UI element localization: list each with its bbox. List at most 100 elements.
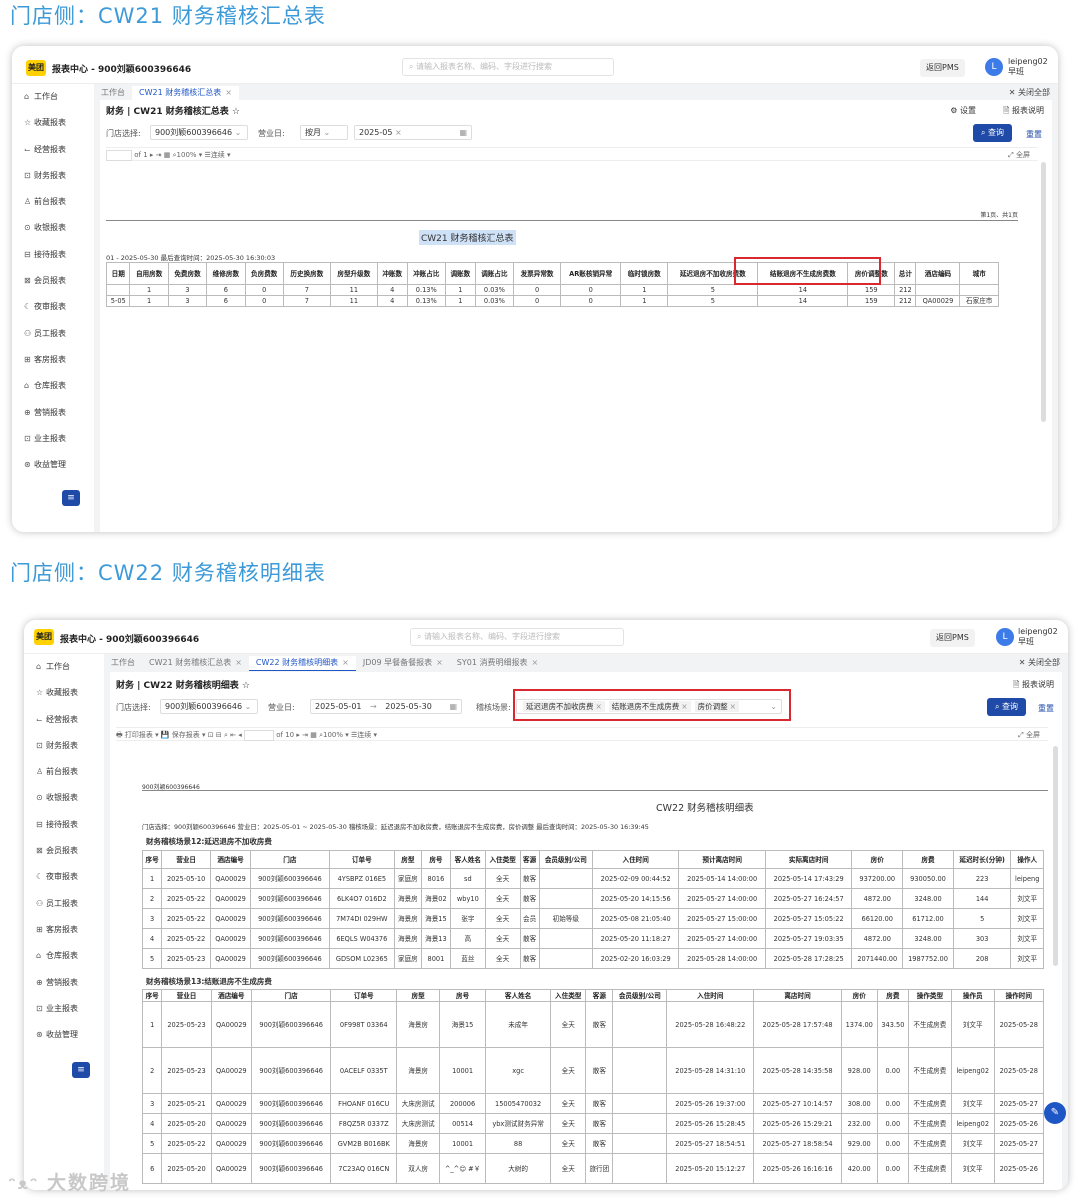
table-cell[interactable]: 11 <box>329 295 378 307</box>
close-all-tabs-button[interactable]: ✕ 关闭全部 <box>1009 86 1050 100</box>
sidebar-item[interactable]: ⊕ 营销报表 <box>24 970 104 996</box>
date-range-picker[interactable]: 2025-05-01 → 2025-05-30 ▦ <box>310 699 462 714</box>
sidebar-item[interactable]: ⊞ 客房报表 <box>12 347 92 373</box>
sidebar-item[interactable]: ⊛ 收益管理 <box>24 1022 104 1048</box>
sidebar-item[interactable]: ☆ 收藏报表 <box>24 680 104 706</box>
back-pms-button[interactable]: 返回PMS <box>930 629 975 647</box>
report-desc-button[interactable]: 🗎 报表说明 <box>1013 679 1054 693</box>
close-icon[interactable]: × <box>531 658 538 667</box>
save-button[interactable]: 💾 保存报表 ▾ <box>161 731 206 739</box>
sidebar-item[interactable]: ⊙ 收银报表 <box>12 215 92 241</box>
page-number-input[interactable] <box>106 149 132 161</box>
table-cell[interactable]: 6 <box>206 295 246 307</box>
sidebar-collapse-button[interactable]: ≡ <box>62 490 80 506</box>
sidebar-item[interactable]: ⊠ 会员报表 <box>24 838 104 864</box>
tab[interactable]: CW21 财务稽核汇总表 × <box>132 86 239 101</box>
fullscreen-button[interactable]: ⤢ 全屏 <box>1008 148 1030 162</box>
print-button[interactable]: 🖶 打印报表 ▾ <box>116 731 159 739</box>
table-cell[interactable]: 14 <box>757 295 849 307</box>
user-info[interactable]: leipeng02 早班 <box>1008 57 1048 77</box>
sidebar-item[interactable]: ⌂ 仓库报表 <box>24 943 104 969</box>
sidebar-item[interactable]: ⊙ 收银报表 <box>24 785 104 811</box>
sidebar-collapse-button[interactable]: ≡ <box>72 1062 90 1078</box>
sidebar-item[interactable]: ⊞ 客房报表 <box>24 917 104 943</box>
query-button[interactable]: ⌕ 查询 <box>972 124 1012 142</box>
search-input[interactable]: ⌕ 请输入报表名称、编码、字段进行搜索 <box>402 58 614 76</box>
sidebar-item[interactable]: ⊟ 接待报表 <box>24 812 104 838</box>
tab[interactable]: 工作台 <box>104 656 142 670</box>
user-info[interactable]: leipeng02 早班 <box>1018 627 1058 647</box>
copy-icon[interactable]: ⊟ <box>216 731 222 739</box>
sidebar-item[interactable]: ⊡ 财务报表 <box>24 733 104 759</box>
bizday-mode-select[interactable]: 按月 ⌄ <box>300 125 348 140</box>
sidebar-item[interactable]: ⚇ 员工报表 <box>24 891 104 917</box>
tab[interactable]: SY01 消费明细报表 × <box>450 656 545 670</box>
sidebar-item[interactable]: ⚇ 员工报表 <box>12 321 92 347</box>
close-all-tabs-button[interactable]: ✕ 关闭全部 <box>1019 656 1060 670</box>
back-pms-button[interactable]: 返回PMS <box>920 59 965 77</box>
page-number-input[interactable] <box>244 729 274 741</box>
query-button[interactable]: ⌕ 查询 <box>986 698 1026 716</box>
table-cell[interactable]: 159 <box>847 295 896 307</box>
sidebar-item[interactable]: ⌂ 工作台 <box>12 84 92 110</box>
tab[interactable]: 工作台 <box>94 86 132 100</box>
avatar[interactable]: L <box>985 58 1003 76</box>
feedback-float-button[interactable]: ✎ <box>1044 1102 1066 1124</box>
sidebar-item[interactable]: ☆ 收藏报表 <box>12 110 92 136</box>
sidebar-item[interactable]: ⊡ 业主报表 <box>12 426 92 452</box>
month-picker[interactable]: 2025-05 × ▦ <box>354 125 472 140</box>
export-icon[interactable]: ⊡ <box>208 731 214 739</box>
table-cell[interactable]: 5-05 <box>106 295 131 307</box>
sidebar-item[interactable]: ⌂ 仓库报表 <box>12 373 92 399</box>
store-select[interactable]: 900刘颖600396646 ⌄ <box>150 125 248 140</box>
sidebar-item[interactable]: ⊛ 收益管理 <box>12 452 92 478</box>
table-cell[interactable]: 1 <box>620 295 669 307</box>
close-icon[interactable]: × <box>225 88 232 97</box>
next-page-icon[interactable]: ▸ <box>296 731 300 739</box>
sidebar-item[interactable]: ♙ 前台报表 <box>12 189 92 215</box>
sidebar-item[interactable]: ⊟ 接待报表 <box>12 242 92 268</box>
sidebar-item[interactable]: ⌙ 经营报表 <box>12 137 92 163</box>
next-page-icon[interactable]: ▸ <box>150 151 154 159</box>
tab[interactable]: JD09 早餐备餐报表 × <box>356 656 450 670</box>
sidebar-item[interactable]: ⊠ 会员报表 <box>12 268 92 294</box>
store-select[interactable]: 900刘颖600396646 ⌄ <box>160 699 258 714</box>
sidebar-item[interactable]: ☾ 夜审报表 <box>12 294 92 320</box>
close-icon[interactable]: × <box>235 658 242 667</box>
close-icon[interactable]: × <box>342 658 349 667</box>
page-view-icon[interactable]: ▦ <box>310 731 317 739</box>
table-cell[interactable]: 1 <box>129 295 169 307</box>
tab[interactable]: CW21 财务稽核汇总表 × <box>142 656 249 670</box>
avatar[interactable]: L <box>996 628 1014 646</box>
close-icon[interactable]: × <box>436 658 443 667</box>
reset-button[interactable]: 重置 <box>1026 129 1042 140</box>
sidebar-item[interactable]: ☾ 夜审报表 <box>24 864 104 890</box>
table-cell[interactable]: 1 <box>444 295 476 307</box>
scrollbar[interactable] <box>1041 162 1046 422</box>
table-cell[interactable]: 4 <box>376 295 408 307</box>
prev-page-icon[interactable]: ◂ <box>238 731 242 739</box>
find-icon[interactable]: ⌕ <box>224 731 228 739</box>
last-page-icon[interactable]: ⇥ <box>302 731 308 739</box>
sidebar-item[interactable]: ⊡ 财务报表 <box>12 163 92 189</box>
table-cell[interactable]: 3 <box>167 295 208 307</box>
page-view-icon[interactable]: ▦ <box>164 151 171 159</box>
last-page-icon[interactable]: ⇥ <box>156 151 162 159</box>
tab[interactable]: CW22 财务稽核明细表 × <box>248 656 356 671</box>
fullscreen-button[interactable]: ⤢ 全屏 <box>1018 728 1040 742</box>
settings-button[interactable]: ⚙ 设置 <box>950 105 976 116</box>
reset-button[interactable]: 重置 <box>1038 703 1054 714</box>
scrollbar[interactable] <box>1053 746 1058 966</box>
table-cell[interactable]: 5 <box>667 295 759 307</box>
table-cell[interactable]: 7 <box>282 295 331 307</box>
table-cell[interactable]: 212 <box>894 295 917 307</box>
column-header: 操作类型 <box>907 989 952 1002</box>
sidebar-item[interactable]: ♙ 前台报表 <box>24 759 104 785</box>
first-page-icon[interactable]: ⇤ <box>230 731 236 739</box>
sidebar-item[interactable]: ⌂ 工作台 <box>24 654 104 680</box>
sidebar-item[interactable]: ⊕ 营销报表 <box>12 400 92 426</box>
search-input[interactable]: ⌕ 请输入报表名称、编码、字段进行搜索 <box>410 628 624 646</box>
report-desc-button[interactable]: 🗎 报表说明 <box>1003 105 1044 119</box>
sidebar-item[interactable]: ⊡ 业主报表 <box>24 996 104 1022</box>
sidebar-item[interactable]: ⌙ 经营报表 <box>24 707 104 733</box>
